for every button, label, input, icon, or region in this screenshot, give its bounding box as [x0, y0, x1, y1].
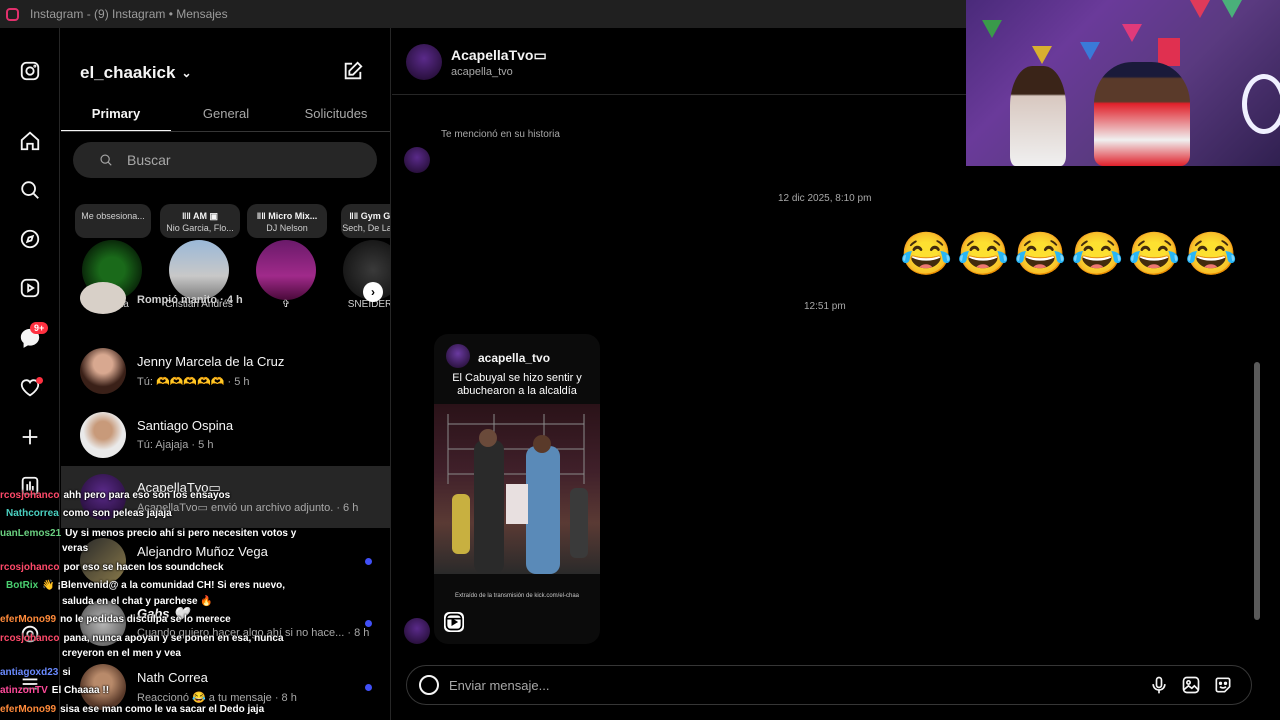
thread-name: Jenny Marcela de la Cruz	[137, 354, 285, 369]
webcam-overlay	[966, 0, 1280, 166]
inbox-tabs: Primary General Solicitudes	[61, 100, 390, 132]
timestamp: 12 dic 2025, 8:10 pm	[778, 193, 872, 204]
window-title: Instagram - (9) Instagram • Mensajes	[30, 7, 228, 21]
bunting-flag	[1080, 42, 1100, 60]
avatar[interactable]	[406, 44, 442, 80]
emoji: 😂	[957, 230, 1010, 277]
reel-username: acapella_tvo	[478, 351, 551, 365]
timestamp: 12:51 pm	[804, 301, 846, 312]
chevron-down-icon: ⌄	[181, 66, 192, 80]
streamer-person	[1010, 66, 1066, 166]
chat-line: creyeron en el men y vea	[62, 648, 181, 659]
avatar	[169, 240, 229, 300]
thread-item[interactable]: Santiago Ospina Tú: Ajajaja · 5 h	[61, 404, 390, 466]
tab-general[interactable]: General	[171, 100, 281, 131]
mention-label: Te mencionó en su historia	[441, 129, 560, 140]
bunting-flag	[982, 20, 1002, 38]
explore-icon[interactable]	[18, 227, 42, 251]
tab-requests[interactable]: Solicitudes	[281, 100, 390, 131]
instagram-app-icon	[6, 7, 19, 21]
thread-preview: Rompió manito · 4 h	[137, 294, 243, 306]
emoji-message[interactable]: 😂 😂 😂 😂 😂 😂	[900, 230, 1238, 277]
conversation-scrollbar[interactable]	[1254, 362, 1260, 620]
unread-dot	[365, 620, 372, 627]
reel-footer: Extraído de la transmisión de kick.com/e…	[454, 593, 580, 599]
chat-line: eferMono99 no le pedidas disculpa se lo m…	[0, 614, 231, 625]
username: el_chaakick	[80, 63, 176, 82]
streamer-person	[1094, 62, 1190, 166]
thread-preview: Tú: Ajajaja · 5 h	[137, 439, 214, 451]
bunting-flag	[1222, 0, 1242, 18]
avatar	[404, 147, 430, 173]
unread-dot	[365, 558, 372, 565]
chat-line: rcosjohanco pana, nunca apoyan y se ponen…	[0, 633, 284, 644]
emoji: 😂	[1071, 230, 1124, 277]
chat-line: antiagoxd23 si	[0, 667, 71, 678]
message-input[interactable]: Enviar mensaje...	[449, 678, 549, 693]
messages-badge: 9+	[30, 322, 49, 334]
note-bubble: ǁǁ Micro Mix... DJ Nelson	[247, 204, 327, 238]
reels-icon[interactable]	[18, 276, 42, 300]
unread-dot	[365, 684, 372, 691]
note-bubble: ǁǁ AM ▣ Nio Garcia, Flo...	[160, 204, 240, 238]
sticker-icon[interactable]	[1213, 675, 1235, 697]
avatar	[404, 618, 430, 644]
thread-item[interactable]: Jenny Marcela de la Cruz Tú: 🫶🫶🫶🫶🫶 · 5 h	[61, 340, 390, 402]
ring-light	[1242, 74, 1280, 134]
avatar	[80, 412, 126, 458]
account-switcher[interactable]: el_chaakick ⌄	[80, 63, 192, 83]
emoji: 😂	[1185, 230, 1238, 277]
note-bubble: ǁǁ Gym GiSech, De La F	[341, 204, 390, 238]
notifications-dot	[36, 377, 43, 384]
bunting-flag	[1122, 24, 1142, 42]
thread-item[interactable]: Rompió manito · 4 h	[61, 282, 390, 334]
chat-line: rcosjohanco ahh pero para eso son los ens…	[0, 490, 231, 501]
chat-line: atinzonTV El Chaaaa !!	[0, 685, 110, 696]
chat-line: rcosjohanco por eso se hacen los soundche…	[0, 562, 224, 573]
search-placeholder: Buscar	[127, 152, 171, 168]
bunting-flag	[1190, 0, 1210, 18]
search-icon[interactable]	[18, 178, 42, 202]
chat-line: BotRix 👋 ¡Blenvenid@ a la comunidad CH! S…	[6, 580, 286, 591]
microphone-icon[interactable]	[1149, 675, 1171, 697]
thread-preview: Tú: 🫶🫶🫶🫶🫶 · 5 h	[137, 376, 250, 388]
wall-sign	[1158, 38, 1180, 66]
image-icon[interactable]	[1181, 675, 1203, 697]
bunting-flag	[1032, 46, 1052, 64]
avatar	[80, 282, 126, 314]
note-bubble: Me obsesiona...	[75, 204, 151, 238]
home-icon[interactable]	[18, 129, 42, 153]
contact-handle: acapella_tvo	[451, 66, 513, 78]
search-icon	[100, 154, 112, 166]
thread-name: Santiago Ospina	[137, 418, 234, 433]
search-input[interactable]: Buscar	[73, 142, 377, 178]
emoji: 😂	[900, 230, 953, 277]
emoji-picker-icon[interactable]	[419, 675, 439, 695]
contact-name[interactable]: AcapellaTvo▭	[451, 47, 547, 64]
reel-caption: El Cabuyal se hizo sentir y abuchearon a…	[452, 372, 582, 397]
avatar	[80, 348, 126, 394]
shared-reel[interactable]: acapella_tvo El Cabuyal se hizo sentir y…	[434, 334, 600, 644]
reel-thumbnail	[434, 404, 600, 574]
chat-line: saluda en el chat y parchese 🔥	[62, 596, 213, 607]
tab-primary[interactable]: Primary	[61, 100, 171, 131]
compose-icon[interactable]	[342, 60, 364, 82]
chat-line: veras	[62, 543, 89, 554]
emoji: 😂	[1014, 230, 1067, 277]
stream-chat-overlay: rcosjohanco ahh pero para eso son los ens…	[0, 488, 330, 720]
instagram-logo-icon[interactable]	[18, 59, 42, 83]
reel-icon	[444, 612, 464, 632]
chat-line: eferMono99 sisa ese man como le va sacar …	[0, 704, 265, 715]
message-composer[interactable]: Enviar mensaje...	[406, 665, 1252, 705]
avatar	[256, 240, 316, 300]
avatar	[446, 344, 470, 368]
chat-line: uanLemos21 Uy si menos precio ahí si pero…	[0, 528, 297, 539]
chat-line: Nathcorrea como son peleas jajaja	[6, 508, 172, 519]
create-icon[interactable]	[18, 425, 42, 449]
emoji: 😂	[1128, 230, 1181, 277]
